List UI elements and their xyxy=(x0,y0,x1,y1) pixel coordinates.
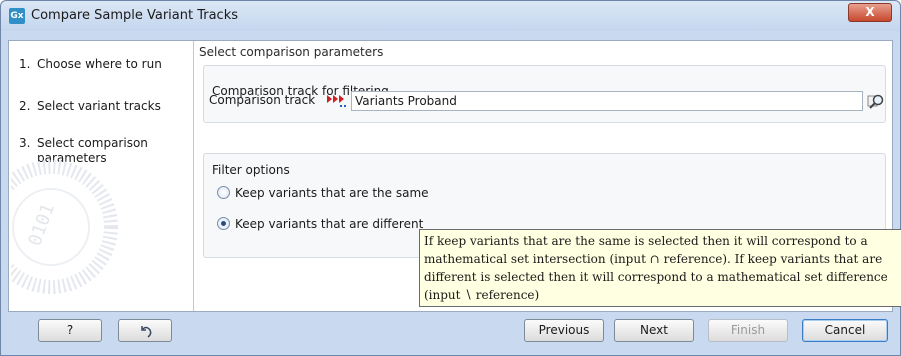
radio-keep-different-label: Keep variants that are different xyxy=(235,217,424,231)
step-select-variant-tracks: 2. Select variant tracks xyxy=(19,99,193,114)
radio-button-checked[interactable] xyxy=(217,217,230,230)
svg-text:0101: 0101 xyxy=(24,201,59,249)
previous-button[interactable]: Previous xyxy=(524,319,604,342)
close-button[interactable]: X xyxy=(848,3,892,22)
step-choose-where-to-run: 1. Choose where to run xyxy=(19,57,193,72)
radio-keep-same[interactable]: Keep variants that are the same xyxy=(217,186,429,200)
step-label: Select variant tracks xyxy=(37,99,161,113)
comparison-track-label: Comparison track xyxy=(209,93,316,107)
step-number: 2. xyxy=(19,99,31,113)
cancel-button[interactable]: Cancel xyxy=(802,319,888,342)
wizard-steps-panel: 1. Choose where to run 2. Select variant t… xyxy=(9,41,194,311)
radio-keep-different[interactable]: Keep variants that are different xyxy=(217,217,423,231)
dialog-window: Gx Compare Sample Variant Tracks X 1. Cho… xyxy=(0,0,901,356)
title-bar[interactable]: Gx Compare Sample Variant Tracks X xyxy=(1,1,900,31)
comparison-track-field[interactable]: Variants Proband xyxy=(351,91,863,111)
browse-search-icon[interactable] xyxy=(867,92,885,110)
help-button[interactable]: ? xyxy=(38,319,102,342)
reset-button[interactable] xyxy=(118,319,172,342)
step-label: Choose where to run xyxy=(37,57,162,71)
radio-button[interactable] xyxy=(217,186,230,199)
filter-options-tooltip: If keep variants that are the same is se… xyxy=(419,229,901,307)
reset-icon xyxy=(141,326,152,338)
step-number: 1. xyxy=(19,57,31,71)
workbench-watermark-icon: 0101 xyxy=(11,160,118,294)
app-icon: Gx xyxy=(9,8,25,24)
radio-keep-same-label: Keep variants that are the same xyxy=(235,186,429,200)
finish-button[interactable]: Finish xyxy=(708,319,788,342)
variant-track-icon xyxy=(327,95,346,107)
filter-group-legend: Filter options xyxy=(212,163,290,177)
window-title: Compare Sample Variant Tracks xyxy=(31,8,239,23)
next-button[interactable]: Next xyxy=(614,319,694,342)
section-title: Select comparison parameters xyxy=(199,45,384,59)
